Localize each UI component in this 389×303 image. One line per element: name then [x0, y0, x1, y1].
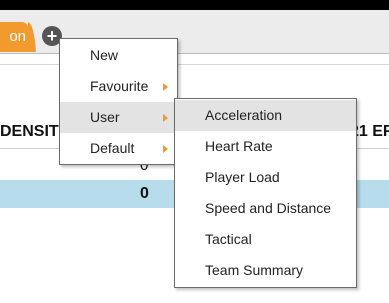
menu-item-new[interactable]: New — [60, 40, 177, 71]
menu-item-label: User — [90, 109, 120, 125]
context-menu: New Favourite User Default — [59, 38, 178, 165]
submenu-item-label: Acceleration — [205, 107, 283, 123]
menu-item-label: Favourite — [90, 78, 149, 94]
submenu-item-label: Team Summary — [205, 262, 304, 278]
submenu-item-label: Tactical — [205, 231, 252, 247]
submenu-item-team-summary[interactable]: Team Summary — [175, 255, 356, 286]
submenu-item-heart-rate[interactable]: Heart Rate — [175, 131, 356, 162]
user-submenu: Acceleration Heart Rate Player Load Spee… — [174, 98, 357, 288]
table-cell-value-total: 0 — [140, 185, 149, 202]
submenu-item-tactical[interactable]: Tactical — [175, 224, 356, 255]
menu-item-label: New — [90, 47, 119, 63]
submenu-item-acceleration[interactable]: Acceleration — [175, 100, 356, 131]
menu-item-favourite[interactable]: Favourite — [60, 71, 177, 102]
submenu-arrow-icon — [163, 83, 168, 91]
menu-item-user[interactable]: User — [60, 102, 177, 133]
submenu-arrow-icon — [163, 145, 168, 153]
tab-curve — [28, 22, 36, 52]
top-bar — [0, 0, 389, 10]
submenu-item-label: Heart Rate — [205, 138, 273, 154]
active-tab[interactable]: on — [0, 22, 28, 52]
submenu-item-label: Speed and Distance — [205, 200, 332, 216]
submenu-arrow-icon — [163, 114, 168, 122]
menu-item-label: Default — [90, 140, 135, 156]
submenu-item-speed-and-distance[interactable]: Speed and Distance — [175, 193, 356, 224]
menu-item-default[interactable]: Default — [60, 133, 177, 164]
submenu-item-label: Player Load — [205, 169, 280, 185]
submenu-item-player-load[interactable]: Player Load — [175, 162, 356, 193]
